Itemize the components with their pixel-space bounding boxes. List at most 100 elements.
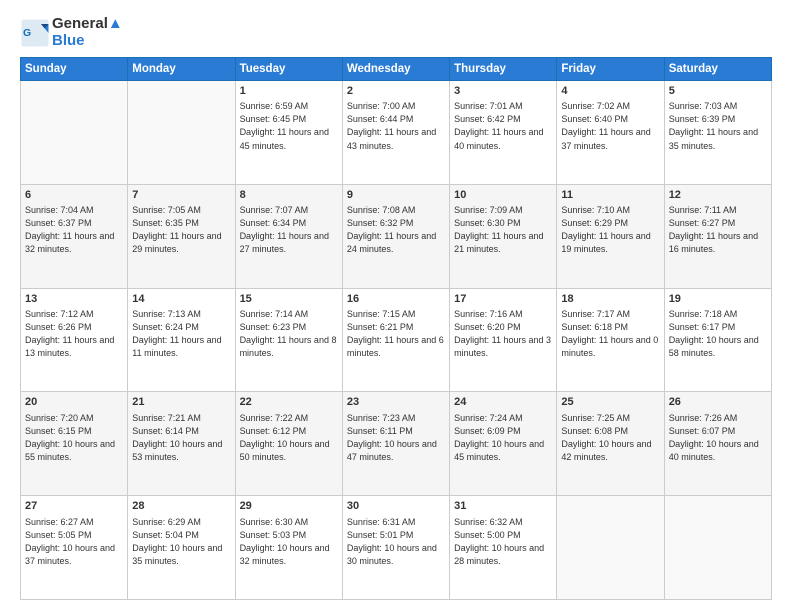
day-number: 16 (347, 292, 445, 307)
calendar-cell: 31 Sunrise: 6:32 AMSunset: 5:00 PMDayligh… (450, 496, 557, 600)
cell-info: Sunrise: 7:12 AMSunset: 6:26 PMDaylight:… (25, 308, 123, 360)
cell-info: Sunrise: 7:00 AMSunset: 6:44 PMDaylight:… (347, 100, 445, 152)
day-number: 3 (454, 84, 552, 99)
day-number: 20 (25, 395, 123, 410)
calendar-page: G General▲ Blue SundayMondayTuesdayWedne… (0, 0, 792, 612)
calendar-cell: 20 Sunrise: 7:20 AMSunset: 6:15 PMDayligh… (21, 392, 128, 496)
calendar-cell: 21 Sunrise: 7:21 AMSunset: 6:14 PMDayligh… (128, 392, 235, 496)
day-number: 27 (25, 499, 123, 514)
calendar-cell: 8Sunrise: 7:07 AMSunset: 6:34 PMDaylight… (235, 184, 342, 288)
day-number: 31 (454, 499, 552, 514)
calendar-cell (557, 496, 664, 600)
weekday-header: Thursday (450, 58, 557, 81)
day-number: 11 (561, 188, 659, 203)
cell-info: Sunrise: 7:01 AMSunset: 6:42 PMDaylight:… (454, 100, 552, 152)
cell-info: Sunrise: 7:15 AMSunset: 6:21 PMDaylight:… (347, 308, 445, 360)
day-number: 1 (240, 84, 338, 99)
calendar-cell (21, 81, 128, 185)
cell-info: Sunrise: 7:24 AMSunset: 6:09 PMDaylight:… (454, 412, 552, 464)
header: G General▲ Blue (20, 16, 772, 49)
cell-info: Sunrise: 6:29 AMSunset: 5:04 PMDaylight:… (132, 516, 230, 568)
cell-info: Sunrise: 7:23 AMSunset: 6:11 PMDaylight:… (347, 412, 445, 464)
logo-text: General▲ Blue (52, 16, 123, 49)
calendar-row: 20 Sunrise: 7:20 AMSunset: 6:15 PMDayligh… (21, 392, 772, 496)
calendar-cell: 14Sunrise: 7:13 AMSunset: 6:24 PMDayligh… (128, 288, 235, 392)
cell-info: Sunrise: 7:21 AMSunset: 6:14 PMDaylight:… (132, 412, 230, 464)
cell-info: Sunrise: 7:08 AMSunset: 6:32 PMDaylight:… (347, 204, 445, 256)
calendar-cell: 27 Sunrise: 6:27 AMSunset: 5:05 PMDayligh… (21, 496, 128, 600)
calendar-cell: 6Sunrise: 7:04 AMSunset: 6:37 PMDaylight… (21, 184, 128, 288)
cell-info: Sunrise: 7:26 AMSunset: 6:07 PMDaylight:… (669, 412, 767, 464)
cell-info: Sunrise: 7:07 AMSunset: 6:34 PMDaylight:… (240, 204, 338, 256)
calendar-header-row: SundayMondayTuesdayWednesdayThursdayFrid… (21, 58, 772, 81)
calendar-cell: 15Sunrise: 7:14 AMSunset: 6:23 PMDayligh… (235, 288, 342, 392)
calendar-row: 1Sunrise: 6:59 AMSunset: 6:45 PMDaylight… (21, 81, 772, 185)
cell-info: Sunrise: 7:09 AMSunset: 6:30 PMDaylight:… (454, 204, 552, 256)
cell-info: Sunrise: 6:31 AMSunset: 5:01 PMDaylight:… (347, 516, 445, 568)
calendar-cell: 26 Sunrise: 7:26 AMSunset: 6:07 PMDayligh… (664, 392, 771, 496)
cell-info: Sunrise: 7:11 AMSunset: 6:27 PMDaylight:… (669, 204, 767, 256)
day-number: 30 (347, 499, 445, 514)
cell-info: Sunrise: 7:13 AMSunset: 6:24 PMDaylight:… (132, 308, 230, 360)
calendar-cell: 16Sunrise: 7:15 AMSunset: 6:21 PMDayligh… (342, 288, 449, 392)
day-number: 18 (561, 292, 659, 307)
cell-info: Sunrise: 7:16 AMSunset: 6:20 PMDaylight:… (454, 308, 552, 360)
calendar-row: 6Sunrise: 7:04 AMSunset: 6:37 PMDaylight… (21, 184, 772, 288)
day-number: 25 (561, 395, 659, 410)
calendar-cell: 11Sunrise: 7:10 AMSunset: 6:29 PMDayligh… (557, 184, 664, 288)
cell-info: Sunrise: 7:04 AMSunset: 6:37 PMDaylight:… (25, 204, 123, 256)
day-number: 4 (561, 84, 659, 99)
day-number: 22 (240, 395, 338, 410)
day-number: 26 (669, 395, 767, 410)
calendar-table: SundayMondayTuesdayWednesdayThursdayFrid… (20, 57, 772, 600)
calendar-row: 13Sunrise: 7:12 AMSunset: 6:26 PMDayligh… (21, 288, 772, 392)
weekday-header: Wednesday (342, 58, 449, 81)
day-number: 9 (347, 188, 445, 203)
cell-info: Sunrise: 7:22 AMSunset: 6:12 PMDaylight:… (240, 412, 338, 464)
calendar-cell (664, 496, 771, 600)
day-number: 5 (669, 84, 767, 99)
weekday-header: Friday (557, 58, 664, 81)
cell-info: Sunrise: 7:20 AMSunset: 6:15 PMDaylight:… (25, 412, 123, 464)
day-number: 24 (454, 395, 552, 410)
cell-info: Sunrise: 6:30 AMSunset: 5:03 PMDaylight:… (240, 516, 338, 568)
weekday-header: Monday (128, 58, 235, 81)
cell-info: Sunrise: 6:32 AMSunset: 5:00 PMDaylight:… (454, 516, 552, 568)
calendar-cell: 17Sunrise: 7:16 AMSunset: 6:20 PMDayligh… (450, 288, 557, 392)
calendar-cell: 28 Sunrise: 6:29 AMSunset: 5:04 PMDayligh… (128, 496, 235, 600)
day-number: 21 (132, 395, 230, 410)
cell-info: Sunrise: 7:14 AMSunset: 6:23 PMDaylight:… (240, 308, 338, 360)
cell-info: Sunrise: 6:27 AMSunset: 5:05 PMDaylight:… (25, 516, 123, 568)
calendar-row: 27 Sunrise: 6:27 AMSunset: 5:05 PMDayligh… (21, 496, 772, 600)
calendar-cell: 25 Sunrise: 7:25 AMSunset: 6:08 PMDayligh… (557, 392, 664, 496)
calendar-cell: 1Sunrise: 6:59 AMSunset: 6:45 PMDaylight… (235, 81, 342, 185)
calendar-cell: 5Sunrise: 7:03 AMSunset: 6:39 PMDaylight… (664, 81, 771, 185)
cell-info: Sunrise: 7:25 AMSunset: 6:08 PMDaylight:… (561, 412, 659, 464)
calendar-cell: 12Sunrise: 7:11 AMSunset: 6:27 PMDayligh… (664, 184, 771, 288)
cell-info: Sunrise: 7:05 AMSunset: 6:35 PMDaylight:… (132, 204, 230, 256)
day-number: 17 (454, 292, 552, 307)
day-number: 14 (132, 292, 230, 307)
day-number: 23 (347, 395, 445, 410)
calendar-cell: 29Sunrise: 6:30 AMSunset: 5:03 PMDayligh… (235, 496, 342, 600)
cell-info: Sunrise: 7:18 AMSunset: 6:17 PMDaylight:… (669, 308, 767, 360)
cell-info: Sunrise: 7:10 AMSunset: 6:29 PMDaylight:… (561, 204, 659, 256)
weekday-header: Saturday (664, 58, 771, 81)
calendar-cell: 3Sunrise: 7:01 AMSunset: 6:42 PMDaylight… (450, 81, 557, 185)
calendar-cell: 24 Sunrise: 7:24 AMSunset: 6:09 PMDayligh… (450, 392, 557, 496)
calendar-cell: 19Sunrise: 7:18 AMSunset: 6:17 PMDayligh… (664, 288, 771, 392)
day-number: 19 (669, 292, 767, 307)
calendar-cell: 23 Sunrise: 7:23 AMSunset: 6:11 PMDayligh… (342, 392, 449, 496)
weekday-header: Sunday (21, 58, 128, 81)
cell-info: Sunrise: 7:02 AMSunset: 6:40 PMDaylight:… (561, 100, 659, 152)
calendar-cell: 22 Sunrise: 7:22 AMSunset: 6:12 PMDayligh… (235, 392, 342, 496)
weekday-header: Tuesday (235, 58, 342, 81)
day-number: 8 (240, 188, 338, 203)
calendar-cell: 30 Sunrise: 6:31 AMSunset: 5:01 PMDayligh… (342, 496, 449, 600)
day-number: 28 (132, 499, 230, 514)
calendar-cell: 10Sunrise: 7:09 AMSunset: 6:30 PMDayligh… (450, 184, 557, 288)
day-number: 10 (454, 188, 552, 203)
day-number: 12 (669, 188, 767, 203)
day-number: 2 (347, 84, 445, 99)
logo: G General▲ Blue (20, 16, 123, 49)
